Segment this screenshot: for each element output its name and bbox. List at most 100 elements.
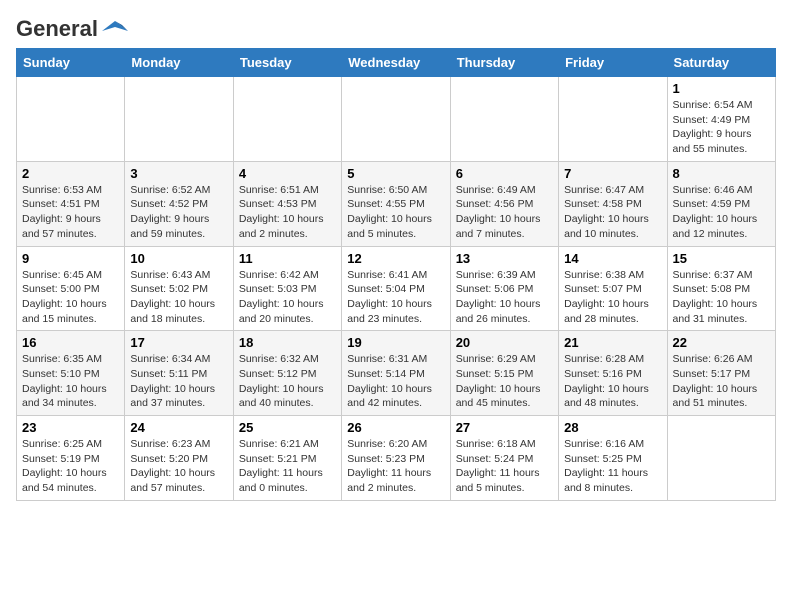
day-number: 25 (239, 420, 336, 435)
calendar-cell: 1Sunrise: 6:54 AM Sunset: 4:49 PM Daylig… (667, 77, 775, 162)
page-header: General (16, 16, 776, 38)
calendar-cell (450, 77, 558, 162)
day-number: 3 (130, 166, 227, 181)
day-info: Sunrise: 6:28 AM Sunset: 5:16 PM Dayligh… (564, 352, 661, 411)
calendar-week-4: 16 Sunrise: 6:35 AM Sunset: 5:10 PM Dayli… (17, 331, 776, 416)
calendar-header-thursday: Thursday (450, 49, 558, 77)
day-info: Sunrise: 6:23 AM Sunset: 5:20 PM Dayligh… (130, 437, 227, 496)
day-info: Sunrise: 6:43 AM Sunset: 5:02 PM Dayligh… (130, 268, 227, 327)
day-number: 10 (130, 251, 227, 266)
day-info: Sunrise: 6:49 AM Sunset: 4:56 PM Dayligh… (456, 183, 553, 242)
calendar-cell (125, 77, 233, 162)
day-number: 9 (22, 251, 119, 266)
calendar-cell: 13Sunrise: 6:39 AM Sunset: 5:06 PM Dayli… (450, 246, 558, 331)
calendar-header-tuesday: Tuesday (233, 49, 341, 77)
calendar-cell: 9 Sunrise: 6:45 AM Sunset: 5:00 PM Daylig… (17, 246, 125, 331)
calendar-week-3: 9 Sunrise: 6:45 AM Sunset: 5:00 PM Daylig… (17, 246, 776, 331)
day-info: Sunrise: 6:31 AM Sunset: 5:14 PM Dayligh… (347, 352, 444, 411)
day-info: Sunrise: 6:46 AM Sunset: 4:59 PM Dayligh… (673, 183, 770, 242)
day-number: 6 (456, 166, 553, 181)
calendar-cell (233, 77, 341, 162)
calendar-cell (559, 77, 667, 162)
day-info: Sunrise: 6:20 AM Sunset: 5:23 PM Dayligh… (347, 437, 444, 496)
calendar-cell: 2 Sunrise: 6:53 AM Sunset: 4:51 PM Daylig… (17, 161, 125, 246)
day-number: 22 (673, 335, 770, 350)
calendar-cell: 24 Sunrise: 6:23 AM Sunset: 5:20 PM Dayli… (125, 416, 233, 501)
calendar-week-5: 23 Sunrise: 6:25 AM Sunset: 5:19 PM Dayli… (17, 416, 776, 501)
day-number: 8 (673, 166, 770, 181)
calendar-cell: 26Sunrise: 6:20 AM Sunset: 5:23 PM Dayli… (342, 416, 450, 501)
calendar-cell: 8 Sunrise: 6:46 AM Sunset: 4:59 PM Daylig… (667, 161, 775, 246)
day-info: Sunrise: 6:29 AM Sunset: 5:15 PM Dayligh… (456, 352, 553, 411)
day-info: Sunrise: 6:45 AM Sunset: 5:00 PM Dayligh… (22, 268, 119, 327)
day-info: Sunrise: 6:39 AM Sunset: 5:06 PM Dayligh… (456, 268, 553, 327)
day-number: 2 (22, 166, 119, 181)
day-info: Sunrise: 6:52 AM Sunset: 4:52 PM Dayligh… (130, 183, 227, 242)
calendar-cell: 6 Sunrise: 6:49 AM Sunset: 4:56 PM Daylig… (450, 161, 558, 246)
calendar-week-1: 1Sunrise: 6:54 AM Sunset: 4:49 PM Daylig… (17, 77, 776, 162)
calendar-cell: 17Sunrise: 6:34 AM Sunset: 5:11 PM Dayli… (125, 331, 233, 416)
day-number: 18 (239, 335, 336, 350)
day-info: Sunrise: 6:41 AM Sunset: 5:04 PM Dayligh… (347, 268, 444, 327)
calendar-cell: 25 Sunrise: 6:21 AM Sunset: 5:21 PM Dayli… (233, 416, 341, 501)
day-number: 17 (130, 335, 227, 350)
day-info: Sunrise: 6:26 AM Sunset: 5:17 PM Dayligh… (673, 352, 770, 411)
day-number: 21 (564, 335, 661, 350)
day-info: Sunrise: 6:37 AM Sunset: 5:08 PM Dayligh… (673, 268, 770, 327)
day-info: Sunrise: 6:38 AM Sunset: 5:07 PM Dayligh… (564, 268, 661, 327)
day-number: 16 (22, 335, 119, 350)
calendar-cell: 10 Sunrise: 6:43 AM Sunset: 5:02 PM Dayli… (125, 246, 233, 331)
calendar-cell: 4 Sunrise: 6:51 AM Sunset: 4:53 PM Daylig… (233, 161, 341, 246)
calendar-header-monday: Monday (125, 49, 233, 77)
day-info: Sunrise: 6:32 AM Sunset: 5:12 PM Dayligh… (239, 352, 336, 411)
day-info: Sunrise: 6:35 AM Sunset: 5:10 PM Dayligh… (22, 352, 119, 411)
calendar-cell: 28 Sunrise: 6:16 AM Sunset: 5:25 PM Dayli… (559, 416, 667, 501)
logo: General (16, 16, 130, 38)
day-number: 24 (130, 420, 227, 435)
calendar-cell: 18 Sunrise: 6:32 AM Sunset: 5:12 PM Dayli… (233, 331, 341, 416)
day-number: 15 (673, 251, 770, 266)
calendar-cell: 3 Sunrise: 6:52 AM Sunset: 4:52 PM Daylig… (125, 161, 233, 246)
calendar-cell: 27Sunrise: 6:18 AM Sunset: 5:24 PM Dayli… (450, 416, 558, 501)
day-number: 14 (564, 251, 661, 266)
logo-general: General (16, 16, 98, 42)
day-info: Sunrise: 6:25 AM Sunset: 5:19 PM Dayligh… (22, 437, 119, 496)
day-info: Sunrise: 6:54 AM Sunset: 4:49 PM Dayligh… (673, 98, 770, 157)
day-number: 7 (564, 166, 661, 181)
day-number: 4 (239, 166, 336, 181)
calendar-cell: 21 Sunrise: 6:28 AM Sunset: 5:16 PM Dayli… (559, 331, 667, 416)
calendar-cell: 19 Sunrise: 6:31 AM Sunset: 5:14 PM Dayli… (342, 331, 450, 416)
calendar-cell: 16 Sunrise: 6:35 AM Sunset: 5:10 PM Dayli… (17, 331, 125, 416)
day-info: Sunrise: 6:53 AM Sunset: 4:51 PM Dayligh… (22, 183, 119, 242)
calendar-header-saturday: Saturday (667, 49, 775, 77)
day-info: Sunrise: 6:51 AM Sunset: 4:53 PM Dayligh… (239, 183, 336, 242)
calendar-header-sunday: Sunday (17, 49, 125, 77)
calendar-cell: 22 Sunrise: 6:26 AM Sunset: 5:17 PM Dayli… (667, 331, 775, 416)
day-info: Sunrise: 6:16 AM Sunset: 5:25 PM Dayligh… (564, 437, 661, 496)
day-info: Sunrise: 6:50 AM Sunset: 4:55 PM Dayligh… (347, 183, 444, 242)
calendar-cell: 14 Sunrise: 6:38 AM Sunset: 5:07 PM Dayli… (559, 246, 667, 331)
calendar-cell: 20Sunrise: 6:29 AM Sunset: 5:15 PM Dayli… (450, 331, 558, 416)
calendar-cell: 12 Sunrise: 6:41 AM Sunset: 5:04 PM Dayli… (342, 246, 450, 331)
calendar-cell: 23 Sunrise: 6:25 AM Sunset: 5:19 PM Dayli… (17, 416, 125, 501)
calendar-cell: 15 Sunrise: 6:37 AM Sunset: 5:08 PM Dayli… (667, 246, 775, 331)
calendar-cell: 5 Sunrise: 6:50 AM Sunset: 4:55 PM Daylig… (342, 161, 450, 246)
day-number: 28 (564, 420, 661, 435)
day-info: Sunrise: 6:18 AM Sunset: 5:24 PM Dayligh… (456, 437, 553, 496)
calendar-cell (17, 77, 125, 162)
calendar-table: SundayMondayTuesdayWednesdayThursdayFrid… (16, 48, 776, 501)
day-number: 11 (239, 251, 336, 266)
day-info: Sunrise: 6:42 AM Sunset: 5:03 PM Dayligh… (239, 268, 336, 327)
calendar-header-wednesday: Wednesday (342, 49, 450, 77)
day-number: 23 (22, 420, 119, 435)
calendar-cell: 11 Sunrise: 6:42 AM Sunset: 5:03 PM Dayli… (233, 246, 341, 331)
calendar-cell (667, 416, 775, 501)
calendar-cell: 7 Sunrise: 6:47 AM Sunset: 4:58 PM Daylig… (559, 161, 667, 246)
day-number: 5 (347, 166, 444, 181)
day-number: 12 (347, 251, 444, 266)
day-info: Sunrise: 6:21 AM Sunset: 5:21 PM Dayligh… (239, 437, 336, 496)
day-number: 19 (347, 335, 444, 350)
day-info: Sunrise: 6:47 AM Sunset: 4:58 PM Dayligh… (564, 183, 661, 242)
logo-bird-icon (100, 17, 130, 37)
calendar-cell (342, 77, 450, 162)
